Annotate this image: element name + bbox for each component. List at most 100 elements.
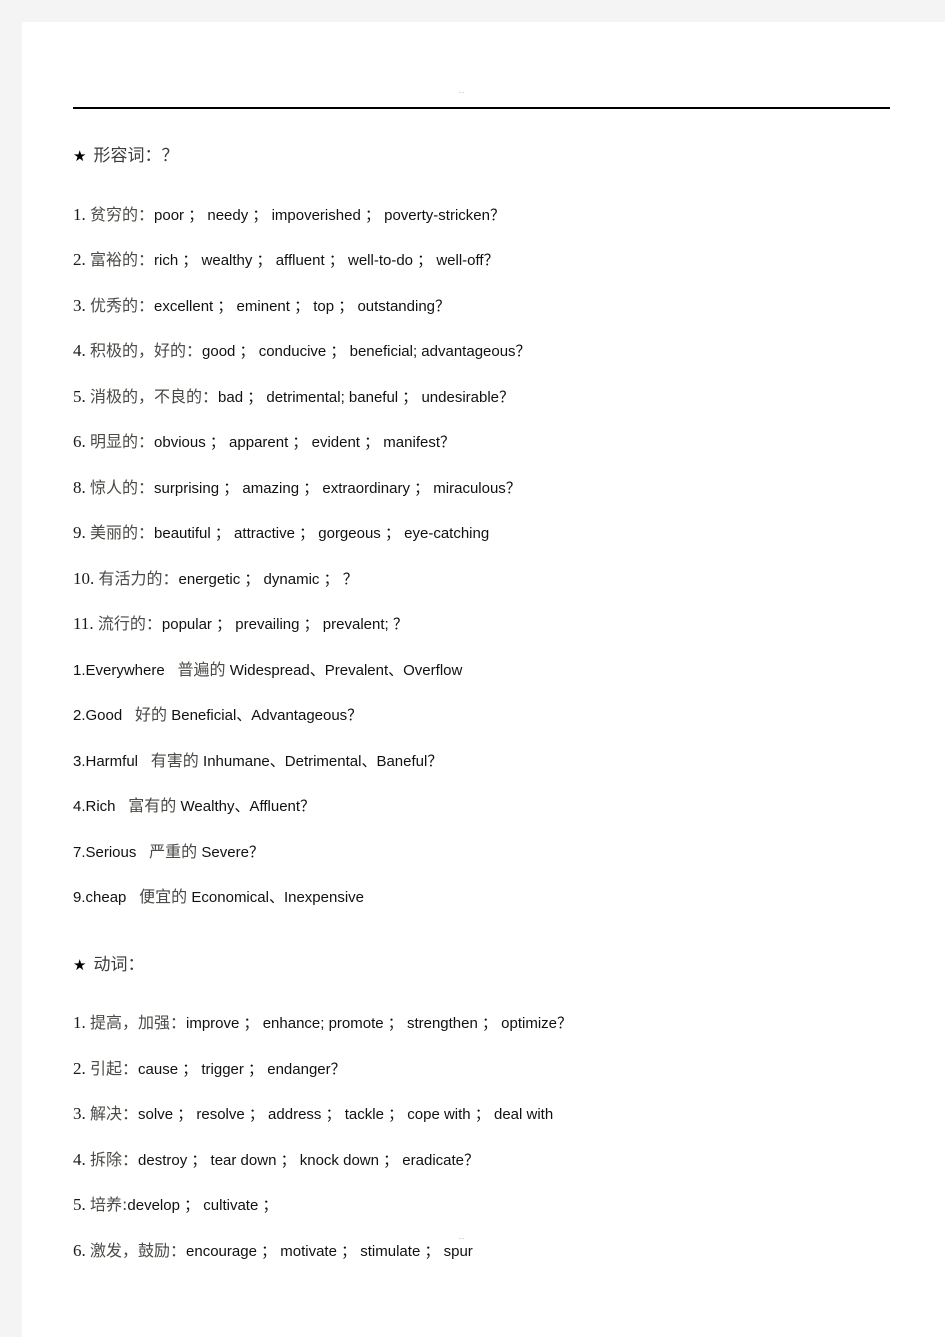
item-english: obvious ； apparent ； evident ； manifest？ [154,434,455,451]
item-number: 5. [73,1195,86,1214]
list-item: 6. 明显的：obvious ； apparent ； evident ； ma… [73,420,923,466]
subitem-number: 3.Harmful [73,752,139,770]
item-number: 6. [73,432,86,451]
item-number: 1. [73,204,86,224]
item-chinese: 有活力的： [98,568,179,588]
item-number: 4. [73,1149,86,1169]
star-icon: ★ [73,147,87,165]
subitem-english: Wealthy、Affluent？ [180,798,316,815]
subitem-chinese: 便宜的 [139,887,188,906]
item-english: encourage ； motivate ； stimulate ； spur [186,1242,473,1260]
list-item: 8. 惊人的：surprising ； amazing ； extraordin… [73,466,923,512]
page-footer-mark: .. [459,1234,465,1241]
subitem-number: 7.Serious [73,843,137,861]
list-item: 10. 有活力的：energetic ； dynamic ； ？ [73,557,923,603]
subitem-chinese: 严重的 [149,841,198,861]
item-english: excellent ； eminent ； top ； outstanding？ [154,297,451,315]
item-chinese: 优秀的： [90,295,155,315]
subitem-english: Severe？ [201,843,264,861]
item-english: develop ； cultivate ； [127,1197,278,1214]
list-item: 11. 流行的：popular ； prevailing ； prevalent… [73,602,923,648]
list-item: 5. 消极的，不良的：bad ； detrimental; baneful ； … [73,375,923,421]
sub-list-item: 9.cheap 便宜的 Economical、Inexpensive [73,875,923,921]
item-english: destroy ； tear down ； knock down ； eradi… [138,1151,480,1169]
item-chinese: 积极的，好的： [90,341,203,360]
subitem-english: Widespread、Prevalent、Overflow [229,661,463,679]
section-heading-adjectives: ★ 形容词：？ [73,134,923,179]
item-english: popular ； prevailing ； prevalent; ？ [161,616,408,633]
subitem-english: Beneficial、Advantageous？ [171,707,363,724]
section-heading-label: 动词： [93,954,145,974]
item-number: 3. [73,295,86,315]
subitem-chinese: 好的 [134,705,167,724]
document-page: .. ★ 形容词：？ 1. 贫穷的：poor ； needy ； impoveri… [22,22,945,1337]
item-number: 6. [73,1240,86,1260]
item-number: 4. [73,341,86,360]
item-english: surprising ； amazing ； extraordinary ； m… [154,479,521,497]
item-english: improve ； enhance; promote ； strengthen … [186,1015,573,1032]
subitem-english: Economical、Inexpensive [191,889,364,906]
section-heading-label: 形容词：？ [93,146,179,165]
item-chinese: 贫穷的： [90,204,155,224]
item-chinese: 消极的，不良的： [90,386,219,406]
list-item: 4. 积极的，好的：good ； conducive ； beneficial;… [73,329,923,375]
list-item: 1. 贫穷的：poor ； needy ； impoverished ； pov… [73,193,923,239]
list-item: 2. 富裕的：rich ； wealthy ； affluent ； well-… [73,238,923,284]
item-number: 3. [73,1104,86,1123]
document-body: ★ 形容词：？ 1. 贫穷的：poor ； needy ； impoverishe… [73,134,923,1274]
item-chinese: 激发，鼓励： [90,1240,187,1260]
item-chinese: 明显的： [90,432,155,451]
item-english: solve ； resolve ； address ； tackle ； cop… [138,1106,554,1123]
item-number: 2. [73,250,86,269]
item-number: 10. [73,568,95,588]
item-chinese: 培养: [90,1195,128,1214]
subitem-number: 2.Good [73,707,123,724]
section-heading-verbs: ★ 动词： [73,943,923,988]
sub-list-item: 2.Good 好的 Beneficial、Advantageous？ [73,693,923,739]
subitem-chinese: 普遍的 [177,659,226,679]
item-chinese: 解决： [90,1104,139,1123]
item-english: beautiful ； attractive ； gorgeous ； eye-… [154,525,490,542]
item-number: 11. [73,614,94,633]
list-item: 4. 拆除：destroy ； tear down ； knock down ；… [73,1138,923,1184]
subitem-number: 4.Rich [73,798,116,815]
item-chinese: 富裕的： [90,250,155,269]
subitem-english: Inhumane、Detrimental、Baneful？ [203,752,443,770]
subitem-chinese: 有害的 [150,750,199,770]
item-number: 9. [73,523,86,542]
item-english: cause ； trigger ； endanger？ [138,1060,346,1078]
item-number: 2. [73,1058,86,1078]
subitem-number: 1.Everywhere [73,661,165,679]
star-icon: ★ [73,955,87,974]
item-number: 5. [73,386,86,406]
sub-list-item: 7.Serious 严重的 Severe？ [73,830,923,876]
item-chinese: 引起： [90,1058,139,1078]
page-header-mark: .. [459,88,465,95]
item-chinese: 提高，加强： [90,1013,187,1032]
item-chinese: 惊人的： [90,477,155,497]
item-english: bad ； detrimental; baneful ； undesirable… [218,388,515,406]
list-item: 3. 解决：solve ； resolve ； address ； tackle… [73,1092,923,1138]
item-number: 1. [73,1013,86,1032]
list-item: 2. 引起：cause ； trigger ； endanger？ [73,1047,923,1093]
subitem-number: 9.cheap [73,889,127,906]
item-english: good ； conducive ； beneficial; advantage… [202,343,531,360]
item-number: 8. [73,477,86,497]
list-item: 5. 培养:develop ； cultivate ； [73,1183,923,1229]
item-english: poor ； needy ； impoverished ； poverty-st… [154,206,505,224]
list-item: 1. 提高，加强：improve ； enhance; promote ； st… [73,1001,923,1047]
sub-list-item: 3.Harmful 有害的 Inhumane、Detrimental、Banef… [73,739,923,785]
subitem-chinese: 富有的 [128,796,177,815]
item-chinese: 拆除： [90,1149,139,1169]
list-item: 3. 优秀的：excellent ； eminent ； top ； outst… [73,284,923,330]
sub-list-item: 4.Rich 富有的 Wealthy、Affluent？ [73,784,923,830]
item-english: energetic ； dynamic ； ？ [178,570,358,588]
list-item: 9. 美丽的：beautiful ； attractive ； gorgeous… [73,511,923,557]
item-chinese: 流行的： [97,614,162,633]
header-divider-rule [73,107,890,109]
sub-list-item: 1.Everywhere 普遍的 Widespread、Prevalent、Ov… [73,648,923,694]
item-english: rich ； wealthy ； affluent ； well-to-do ；… [154,252,499,269]
